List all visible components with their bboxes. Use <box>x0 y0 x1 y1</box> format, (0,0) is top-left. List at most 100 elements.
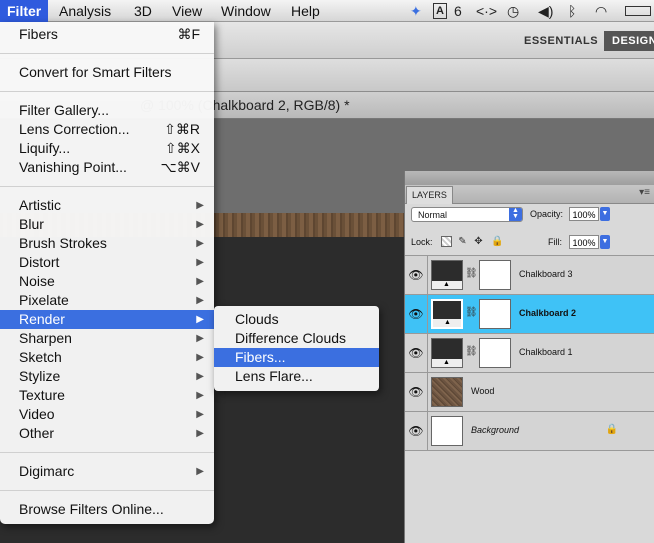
menu-3d[interactable]: 3D <box>134 2 152 20</box>
layer-thumbnail: ▲ <box>431 299 463 329</box>
layers-panel: LAYERS ▾≡ Normal ▲ ▼ Opacity: 100% ▼ Lock… <box>404 171 654 543</box>
menu-item-pixelate[interactable]: Pixelate ▶ <box>0 291 214 310</box>
submenu-arrow-icon: ▶ <box>196 333 204 344</box>
layer-name[interactable]: Chalkboard 1 <box>519 347 573 357</box>
menu-item-filter-gallery[interactable]: Filter Gallery... <box>0 101 214 120</box>
layer-mask-thumbnail[interactable] <box>479 260 511 290</box>
submenu-item-difference-clouds[interactable]: Difference Clouds <box>214 329 379 348</box>
menu-item-blur[interactable]: Blur ▶ <box>0 215 214 234</box>
lock-transparent-icon[interactable] <box>441 236 452 247</box>
eye-icon[interactable]: 👁 <box>408 268 424 282</box>
layer-row-wood[interactable]: 👁 Wood <box>405 373 654 412</box>
lock-brush-icon[interactable]: ✎ <box>457 236 468 247</box>
menu-item-fibers[interactable]: Fibers ⌘F <box>0 25 214 44</box>
submenu-item-fibers[interactable]: Fibers... <box>214 348 379 367</box>
filter-menu: Fibers ⌘F Convert for Smart Filters Filt… <box>0 22 214 524</box>
submenu-arrow-icon: ▶ <box>196 466 204 477</box>
menu-item-vanishing-point[interactable]: Vanishing Point... ⌥⌘V <box>0 158 214 177</box>
submenu-arrow-icon: ▶ <box>196 371 204 382</box>
layer-name[interactable]: Wood <box>471 386 494 396</box>
layer-thumbnail <box>431 416 463 446</box>
menu-item-render[interactable]: Render ▶ <box>0 310 214 329</box>
menu-item-sketch[interactable]: Sketch ▶ <box>0 348 214 367</box>
bluetooth-icon[interactable]: ᛒ <box>568 0 576 22</box>
menu-filter[interactable]: Filter <box>0 0 49 22</box>
menu-item-texture[interactable]: Texture ▶ <box>0 386 214 405</box>
menu-item-stylize[interactable]: Stylize ▶ <box>0 367 214 386</box>
divider <box>427 295 428 334</box>
workspace-essentials-button[interactable]: ESSENTIALS <box>516 31 606 51</box>
menu-item-artistic[interactable]: Artistic ▶ <box>0 196 214 215</box>
layer-name[interactable]: Chalkboard 2 <box>519 308 576 318</box>
layer-row-background[interactable]: 👁 Background 🔒 <box>405 412 654 451</box>
volume-icon[interactable]: ◀) <box>538 0 553 22</box>
layer-thumbnail: ▲ <box>431 338 463 368</box>
layer-name[interactable]: Chalkboard 3 <box>519 269 573 279</box>
workspace-design-button[interactable]: DESIGN <box>604 31 654 51</box>
link-icon[interactable]: ⛓ <box>465 268 478 279</box>
blend-mode-select[interactable]: Normal ▲ ▼ <box>411 207 523 222</box>
menu-item-liquify[interactable]: Liquify... ⇧⌘X <box>0 139 214 158</box>
adobe-icon[interactable]: A <box>433 3 447 19</box>
panel-menu-icon[interactable]: ▾≡ <box>639 187 650 198</box>
layer-mask-thumbnail[interactable] <box>479 299 511 329</box>
submenu-item-clouds[interactable]: Clouds <box>214 310 379 329</box>
mac-menu-bar: Filter Analysis 3D View Window Help ✦ A … <box>0 0 654 22</box>
menu-item-sharpen[interactable]: Sharpen ▶ <box>0 329 214 348</box>
layer-thumbnail <box>431 377 463 407</box>
menu-separator <box>0 186 214 187</box>
menu-item-distort[interactable]: Distort ▶ <box>0 253 214 272</box>
fill-field[interactable]: 100% <box>569 235 599 249</box>
layer-row-chalkboard-3[interactable]: 👁 ▲ ⛓ Chalkboard 3 <box>405 256 654 295</box>
menu-item-convert-smart-filters[interactable]: Convert for Smart Filters <box>0 63 214 82</box>
submenu-arrow-icon: ▶ <box>196 409 204 420</box>
blend-opacity-row: Normal ▲ ▼ Opacity: 100% ▼ <box>405 203 654 229</box>
lock-move-icon[interactable]: ✥ <box>473 236 484 247</box>
menu-help[interactable]: Help <box>291 2 320 20</box>
link-icon[interactable]: ⛓ <box>465 307 478 318</box>
layer-row-chalkboard-2[interactable]: 👁 ▲ ⛓ Chalkboard 2 <box>405 295 654 334</box>
submenu-arrow-icon: ▶ <box>196 276 204 287</box>
menu-item-digimarc[interactable]: Digimarc ▶ <box>0 462 214 481</box>
menu-separator <box>0 452 214 453</box>
arrows-icon[interactable]: <·> <box>476 0 497 22</box>
submenu-arrow-icon: ▶ <box>196 219 204 230</box>
submenu-arrow-icon: ▶ <box>196 257 204 268</box>
lock-fill-row: Lock: ✎ ✥ 🔒 Fill: 100% ▼ <box>405 229 654 256</box>
tab-layers[interactable]: LAYERS <box>406 186 453 204</box>
dropbox-icon[interactable]: ✦ <box>410 0 422 22</box>
layer-row-chalkboard-1[interactable]: 👁 ▲ ⛓ Chalkboard 1 <box>405 334 654 373</box>
divider <box>427 256 428 295</box>
opacity-dropdown-icon[interactable]: ▼ <box>600 207 610 221</box>
eye-icon[interactable]: 👁 <box>408 424 424 438</box>
status-number: 6 <box>454 3 462 19</box>
link-icon[interactable]: ⛓ <box>465 346 478 357</box>
wifi-icon[interactable]: ◠ <box>595 0 607 22</box>
eye-icon[interactable]: 👁 <box>408 385 424 399</box>
menu-item-other[interactable]: Other ▶ <box>0 424 214 443</box>
menu-analysis[interactable]: Analysis <box>59 2 111 20</box>
eye-icon[interactable]: 👁 <box>408 307 424 321</box>
menu-item-noise[interactable]: Noise ▶ <box>0 272 214 291</box>
eye-icon[interactable]: 👁 <box>408 346 424 360</box>
panel-header[interactable] <box>405 171 654 185</box>
divider <box>427 412 428 451</box>
battery-icon[interactable] <box>625 6 651 16</box>
lock-all-icon[interactable]: 🔒 <box>491 236 503 247</box>
layer-name[interactable]: Background <box>471 425 519 435</box>
menu-item-browse-filters-online[interactable]: Browse Filters Online... <box>0 500 214 519</box>
submenu-arrow-icon: ▶ <box>196 314 204 325</box>
opacity-field[interactable]: 100% <box>569 207 599 221</box>
menu-item-brush-strokes[interactable]: Brush Strokes ▶ <box>0 234 214 253</box>
layer-mask-thumbnail[interactable] <box>479 338 511 368</box>
menu-separator <box>0 91 214 92</box>
fill-dropdown-icon[interactable]: ▼ <box>600 235 610 249</box>
menu-item-video[interactable]: Video ▶ <box>0 405 214 424</box>
menu-separator <box>0 53 214 54</box>
opacity-label: Opacity: <box>530 209 564 219</box>
time-machine-icon[interactable]: ◷ <box>507 0 519 22</box>
menu-window[interactable]: Window <box>221 2 271 20</box>
menu-item-lens-correction[interactable]: Lens Correction... ⇧⌘R <box>0 120 214 139</box>
menu-view[interactable]: View <box>172 2 202 20</box>
submenu-item-lens-flare[interactable]: Lens Flare... <box>214 367 379 386</box>
